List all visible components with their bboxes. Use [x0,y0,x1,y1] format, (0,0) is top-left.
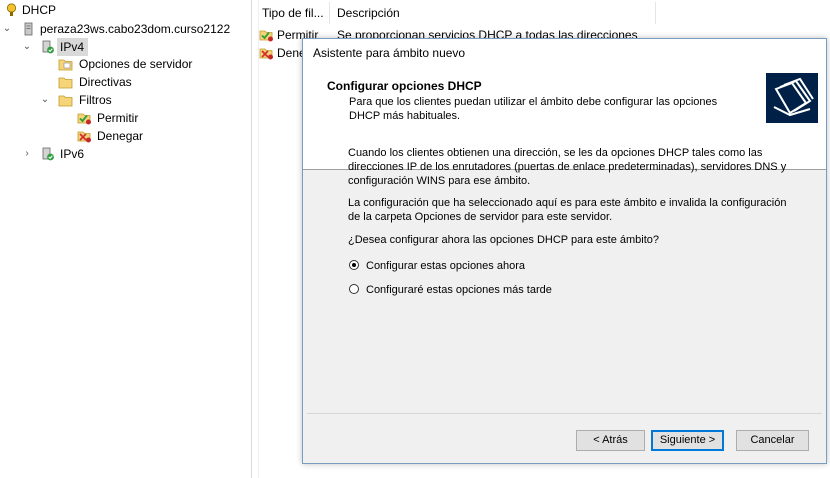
allow-filter-icon [259,30,273,42]
chevron-down-icon[interactable]: ⌄ [2,20,12,38]
cancel-button[interactable]: Cancelar [736,430,809,451]
radio-configure-later[interactable]: Configuraré estas opciones más tarde [349,282,649,298]
tree-label-server: peraza23ws.cabo23dom.curso2122 [40,22,231,36]
wizard-question: ¿Desea configurar ahora las opciones DHC… [348,234,660,246]
tree-node-dhcp[interactable]: DHCP [0,1,250,19]
chevron-down-icon[interactable]: ⌄ [22,38,32,56]
dhcp-root-icon [6,3,17,16]
folder-icon [58,95,73,107]
deny-filter-icon [77,131,91,143]
tree-node-ipv4[interactable]: ⌄ IPv4 [0,38,250,56]
footer-separator [307,413,822,414]
tree-label-dhcp: DHCP [22,3,57,17]
deny-filter-icon [259,48,273,60]
tree-label-policies: Directivas [79,75,132,89]
chevron-right-icon[interactable]: › [22,145,32,163]
tree-node-server[interactable]: ⌄ peraza23ws.cabo23dom.curso2122 [0,20,250,38]
tree-label-allow: Permitir [97,111,139,125]
ipv6-icon [42,147,54,161]
tree-node-allow[interactable]: Permitir [0,109,250,127]
next-button[interactable]: Siguiente > [651,430,724,451]
folder-options-icon [58,59,73,71]
wizard-folders-icon [766,73,818,123]
radio-dot-selected[interactable] [349,260,359,270]
column-header-description[interactable]: Descripción [333,2,656,24]
tree-node-deny[interactable]: Denegar [0,127,250,145]
folder-icon [58,77,73,89]
radio-label-configure-now: Configurar estas opciones ahora [366,260,525,272]
allow-filter-icon [77,113,91,125]
wizard-paragraph-2: La configuración que ha seleccionado aqu… [348,197,787,223]
list-gutter [252,0,259,478]
tree-label-filters: Filtros [79,93,112,107]
tree-label-ipv6: IPv6 [60,147,85,161]
back-button[interactable]: < Atrás [576,430,645,451]
tree-node-policies[interactable]: Directivas [0,73,250,91]
server-icon [24,22,33,36]
tree-label-deny: Denegar [97,129,144,143]
radio-dot[interactable] [349,284,359,294]
tree-node-filters[interactable]: ⌄ Filtros [0,91,250,109]
console-tree: DHCP ⌄ peraza23ws.cabo23dom.curso2122 ⌄ … [0,0,251,478]
tree-node-server-options[interactable]: Opciones de servidor [0,55,250,73]
wizard-paragraph-1: Cuando los clientes obtienen una direcci… [348,147,787,187]
column-header-type[interactable]: Tipo de fil... [258,2,330,24]
wizard-header-title: Configurar opciones DHCP [327,79,482,93]
tree-node-ipv6[interactable]: › IPv6 [0,145,250,163]
dialog-title[interactable]: Asistente para ámbito nuevo [303,39,826,67]
new-scope-wizard-dialog: Asistente para ámbito nuevo Configurar o… [302,38,827,464]
ipv4-icon [42,40,54,54]
wizard-header-subtitle: Para que los clientes puedan utilizar el… [349,96,718,122]
tree-label-server-options: Opciones de servidor [79,57,193,71]
chevron-down-icon[interactable]: ⌄ [40,91,50,109]
radio-configure-now[interactable]: Configurar estas opciones ahora [349,258,649,274]
tree-label-ipv4: IPv4 [57,38,89,56]
radio-label-configure-later: Configuraré estas opciones más tarde [366,284,552,296]
